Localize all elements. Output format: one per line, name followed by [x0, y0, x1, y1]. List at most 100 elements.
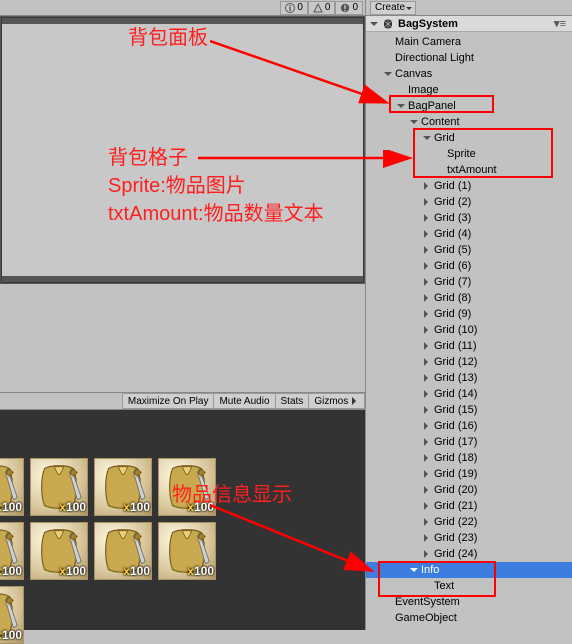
expand-icon[interactable] [422, 422, 432, 430]
tree-row[interactable]: Grid (23) [366, 530, 572, 546]
tree-row[interactable]: Grid (3) [366, 210, 572, 226]
tree-label: Main Camera [393, 36, 461, 48]
expand-icon[interactable] [422, 390, 432, 398]
expand-icon[interactable] [422, 534, 432, 542]
tree-row[interactable]: Main Camera [366, 34, 572, 50]
scene-view[interactable] [0, 16, 365, 284]
expand-icon[interactable] [422, 246, 432, 254]
tree-row[interactable]: Grid (4) [366, 226, 572, 242]
tree-row[interactable]: Grid (17) [366, 434, 572, 450]
expand-icon[interactable] [422, 230, 432, 238]
tree-row[interactable]: Grid (1) [366, 178, 572, 194]
tree-row[interactable]: Image [366, 82, 572, 98]
tree-row[interactable]: Grid (11) [366, 338, 572, 354]
expand-icon[interactable] [422, 342, 432, 350]
expand-icon[interactable] [422, 134, 432, 142]
expand-icon[interactable] [422, 182, 432, 190]
tree-row[interactable]: EventSystem [366, 594, 572, 610]
expand-icon[interactable] [383, 70, 393, 78]
hierarchy-panel: Create BagSystem ▾≡ Main Camera Direction… [365, 0, 572, 630]
tree-row[interactable]: Grid (7) [366, 274, 572, 290]
scene-header[interactable]: BagSystem ▾≡ [366, 16, 572, 32]
expand-icon[interactable] [422, 470, 432, 478]
expand-icon[interactable] [422, 374, 432, 382]
expand-icon[interactable] [422, 310, 432, 318]
maximize-on-play-button[interactable]: Maximize On Play [122, 393, 215, 409]
tree-label: Grid (12) [432, 356, 477, 368]
mute-audio-button[interactable]: Mute Audio [214, 393, 275, 409]
warn-stat[interactable]: 0 [308, 1, 336, 15]
bag-item[interactable]: x100 [30, 522, 88, 580]
tree-label: Grid (15) [432, 404, 477, 416]
game-view[interactable]: x100 x100 x100 x100 x100 x100 x100 x100 … [0, 410, 365, 630]
expand-icon[interactable] [409, 118, 419, 126]
expand-icon[interactable] [422, 454, 432, 462]
bag-item[interactable]: x100 [158, 522, 216, 580]
expand-icon[interactable] [422, 198, 432, 206]
expand-icon[interactable] [422, 278, 432, 286]
tree-row[interactable]: Grid (15) [366, 402, 572, 418]
stats-button[interactable]: Stats [276, 393, 310, 409]
bag-item[interactable]: x100 [0, 586, 24, 644]
hierarchy-tree[interactable]: Main Camera Directional LightCanvasImageB… [366, 32, 572, 630]
gizmos-button[interactable]: Gizmos [309, 393, 365, 409]
tree-row[interactable]: Grid (6) [366, 258, 572, 274]
tree-row[interactable]: Grid (24) [366, 546, 572, 562]
unity-icon [382, 18, 394, 30]
expand-icon[interactable] [422, 486, 432, 494]
expand-icon[interactable] [422, 502, 432, 510]
tree-row[interactable]: Grid (12) [366, 354, 572, 370]
maximize-label: Maximize On Play [128, 396, 209, 407]
expand-icon[interactable] [422, 262, 432, 270]
bag-item[interactable]: x100 [94, 458, 152, 516]
expand-icon[interactable] [422, 550, 432, 558]
info-stat[interactable]: 0 [280, 1, 308, 15]
expand-icon[interactable] [422, 214, 432, 222]
expand-icon[interactable] [422, 438, 432, 446]
tree-label: Grid (18) [432, 452, 477, 464]
tree-row[interactable]: Grid (21) [366, 498, 572, 514]
tree-row[interactable]: Grid (19) [366, 466, 572, 482]
expand-icon[interactable] [409, 566, 419, 574]
tree-label: Sprite [445, 148, 476, 160]
tree-row[interactable]: Grid (5) [366, 242, 572, 258]
err-stat[interactable]: 0 [335, 1, 363, 15]
scene-menu-icon[interactable]: ▾≡ [554, 17, 572, 30]
create-dropdown[interactable]: Create [370, 1, 416, 15]
tree-row[interactable]: Grid (18) [366, 450, 572, 466]
expand-icon[interactable] [396, 102, 406, 110]
tree-row[interactable]: Text [366, 578, 572, 594]
tree-row[interactable]: BagPanel [366, 98, 572, 114]
bag-item[interactable]: x100 [30, 458, 88, 516]
tree-row[interactable]: Canvas [366, 66, 572, 82]
expand-icon[interactable] [422, 294, 432, 302]
expand-icon[interactable] [422, 518, 432, 526]
tree-row[interactable]: Content [366, 114, 572, 130]
tree-row[interactable]: GameObject [366, 610, 572, 626]
tree-row[interactable]: Directional Light [366, 50, 572, 66]
tree-row[interactable]: Grid (14) [366, 386, 572, 402]
tree-row[interactable]: Grid [366, 130, 572, 146]
tree-row[interactable]: Grid (13) [366, 370, 572, 386]
scene-canvas[interactable] [2, 18, 363, 282]
bag-item[interactable]: x100 [94, 522, 152, 580]
expand-icon[interactable] [422, 358, 432, 366]
tree-row[interactable]: Grid (20) [366, 482, 572, 498]
tree-row[interactable]: Grid (9) [366, 306, 572, 322]
bag-item[interactable]: x100 [0, 522, 24, 580]
bag-item[interactable]: x100 [0, 458, 24, 516]
expand-icon[interactable] [422, 326, 432, 334]
tree-row[interactable]: Info [366, 562, 572, 578]
tree-row[interactable]: Grid (8) [366, 290, 572, 306]
bag-item[interactable]: x100 [158, 458, 216, 516]
tree-row[interactable]: Grid (10) [366, 322, 572, 338]
err-count: 0 [352, 2, 358, 13]
tree-row[interactable]: Sprite [366, 146, 572, 162]
tree-row[interactable]: Grid (2) [366, 194, 572, 210]
bag-item-amount: x100 [0, 628, 22, 642]
tree-row[interactable]: txtAmount [366, 162, 572, 178]
tree-row[interactable]: Grid (16) [366, 418, 572, 434]
expand-icon[interactable] [422, 406, 432, 414]
error-icon [340, 3, 350, 13]
tree-row[interactable]: Grid (22) [366, 514, 572, 530]
